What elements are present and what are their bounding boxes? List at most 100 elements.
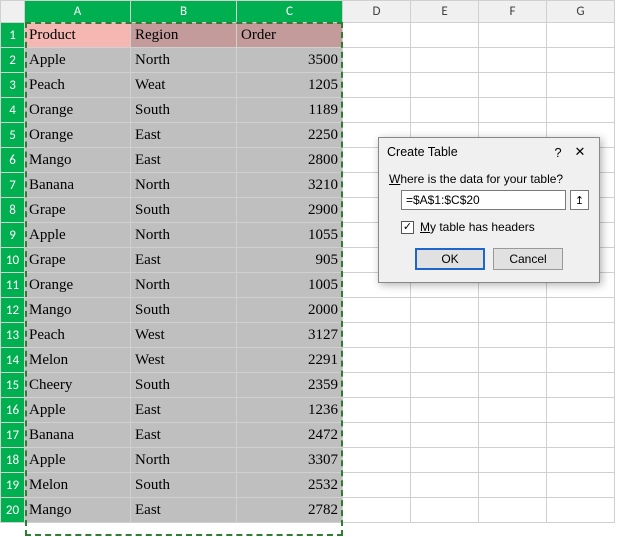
cell[interactable]: North: [131, 448, 237, 473]
cell[interactable]: 2472: [237, 423, 343, 448]
row-header[interactable]: 17: [1, 423, 25, 448]
cell[interactable]: Product: [25, 23, 131, 48]
cell[interactable]: [343, 323, 411, 348]
cell[interactable]: Apple: [25, 448, 131, 473]
cell[interactable]: [547, 98, 615, 123]
cell[interactable]: Weat: [131, 73, 237, 98]
cell[interactable]: West: [131, 323, 237, 348]
cell[interactable]: South: [131, 473, 237, 498]
cell[interactable]: East: [131, 123, 237, 148]
cell[interactable]: South: [131, 198, 237, 223]
cell[interactable]: [411, 298, 479, 323]
cell[interactable]: 1005: [237, 273, 343, 298]
cell[interactable]: [547, 298, 615, 323]
cell[interactable]: [479, 473, 547, 498]
row-header[interactable]: 13: [1, 323, 25, 348]
cell[interactable]: [479, 323, 547, 348]
close-icon[interactable]: ✕: [569, 144, 591, 160]
cell[interactable]: [343, 298, 411, 323]
cell[interactable]: [479, 48, 547, 73]
cell[interactable]: [343, 398, 411, 423]
cell[interactable]: [479, 298, 547, 323]
cell[interactable]: [479, 23, 547, 48]
range-input[interactable]: [401, 190, 566, 210]
cell[interactable]: Banana: [25, 173, 131, 198]
cell[interactable]: Orange: [25, 98, 131, 123]
cell[interactable]: North: [131, 173, 237, 198]
cell[interactable]: [343, 423, 411, 448]
row-header[interactable]: 1: [1, 23, 25, 48]
row-header[interactable]: 20: [1, 498, 25, 523]
cell[interactable]: [547, 73, 615, 98]
row-header[interactable]: 10: [1, 248, 25, 273]
cell[interactable]: 3127: [237, 323, 343, 348]
cell[interactable]: [547, 398, 615, 423]
row-header[interactable]: 6: [1, 148, 25, 173]
cell[interactable]: East: [131, 398, 237, 423]
cell[interactable]: [343, 98, 411, 123]
ok-button[interactable]: OK: [415, 248, 485, 270]
cell[interactable]: [547, 448, 615, 473]
cell[interactable]: Mango: [25, 148, 131, 173]
cell[interactable]: [547, 348, 615, 373]
cell[interactable]: [479, 73, 547, 98]
row-header[interactable]: 16: [1, 398, 25, 423]
cell[interactable]: 3210: [237, 173, 343, 198]
help-icon[interactable]: ?: [547, 145, 569, 160]
cell[interactable]: East: [131, 148, 237, 173]
col-header-E[interactable]: E: [411, 1, 479, 23]
cell[interactable]: North: [131, 223, 237, 248]
row-header[interactable]: 3: [1, 73, 25, 98]
cell[interactable]: 905: [237, 248, 343, 273]
cell[interactable]: Peach: [25, 323, 131, 348]
cell[interactable]: [411, 498, 479, 523]
cell[interactable]: 2359: [237, 373, 343, 398]
cell[interactable]: [343, 373, 411, 398]
cell[interactable]: [411, 448, 479, 473]
cell[interactable]: Orange: [25, 123, 131, 148]
cell[interactable]: 2782: [237, 498, 343, 523]
cell[interactable]: [411, 373, 479, 398]
col-header-B[interactable]: B: [131, 1, 237, 23]
cell[interactable]: Apple: [25, 48, 131, 73]
cell[interactable]: [547, 473, 615, 498]
row-header[interactable]: 9: [1, 223, 25, 248]
cell[interactable]: 2800: [237, 148, 343, 173]
cell[interactable]: South: [131, 298, 237, 323]
cell[interactable]: [479, 373, 547, 398]
cell[interactable]: Grape: [25, 198, 131, 223]
col-header-D[interactable]: D: [343, 1, 411, 23]
cell[interactable]: 2291: [237, 348, 343, 373]
range-picker-icon[interactable]: ↥: [570, 190, 589, 210]
cell[interactable]: Mango: [25, 498, 131, 523]
cell[interactable]: [343, 48, 411, 73]
cell[interactable]: Orange: [25, 273, 131, 298]
cell[interactable]: 1189: [237, 98, 343, 123]
headers-checkbox[interactable]: ✓: [401, 221, 414, 234]
cell[interactable]: Order: [237, 23, 343, 48]
cell[interactable]: Banana: [25, 423, 131, 448]
row-header[interactable]: 11: [1, 273, 25, 298]
cell[interactable]: [411, 73, 479, 98]
cell[interactable]: [547, 23, 615, 48]
cell[interactable]: 2000: [237, 298, 343, 323]
cell[interactable]: Region: [131, 23, 237, 48]
cancel-button[interactable]: Cancel: [493, 248, 563, 270]
cell[interactable]: [479, 423, 547, 448]
cell[interactable]: 3307: [237, 448, 343, 473]
row-header[interactable]: 5: [1, 123, 25, 148]
row-header[interactable]: 18: [1, 448, 25, 473]
row-header[interactable]: 12: [1, 298, 25, 323]
col-header-C[interactable]: C: [237, 1, 343, 23]
col-header-A[interactable]: A: [25, 1, 131, 23]
cell[interactable]: Cheery: [25, 373, 131, 398]
cell[interactable]: South: [131, 373, 237, 398]
cell[interactable]: [547, 423, 615, 448]
cell[interactable]: East: [131, 248, 237, 273]
row-header[interactable]: 19: [1, 473, 25, 498]
cell[interactable]: [411, 423, 479, 448]
cell[interactable]: South: [131, 98, 237, 123]
cell[interactable]: [479, 98, 547, 123]
cell[interactable]: Melon: [25, 473, 131, 498]
cell[interactable]: West: [131, 348, 237, 373]
